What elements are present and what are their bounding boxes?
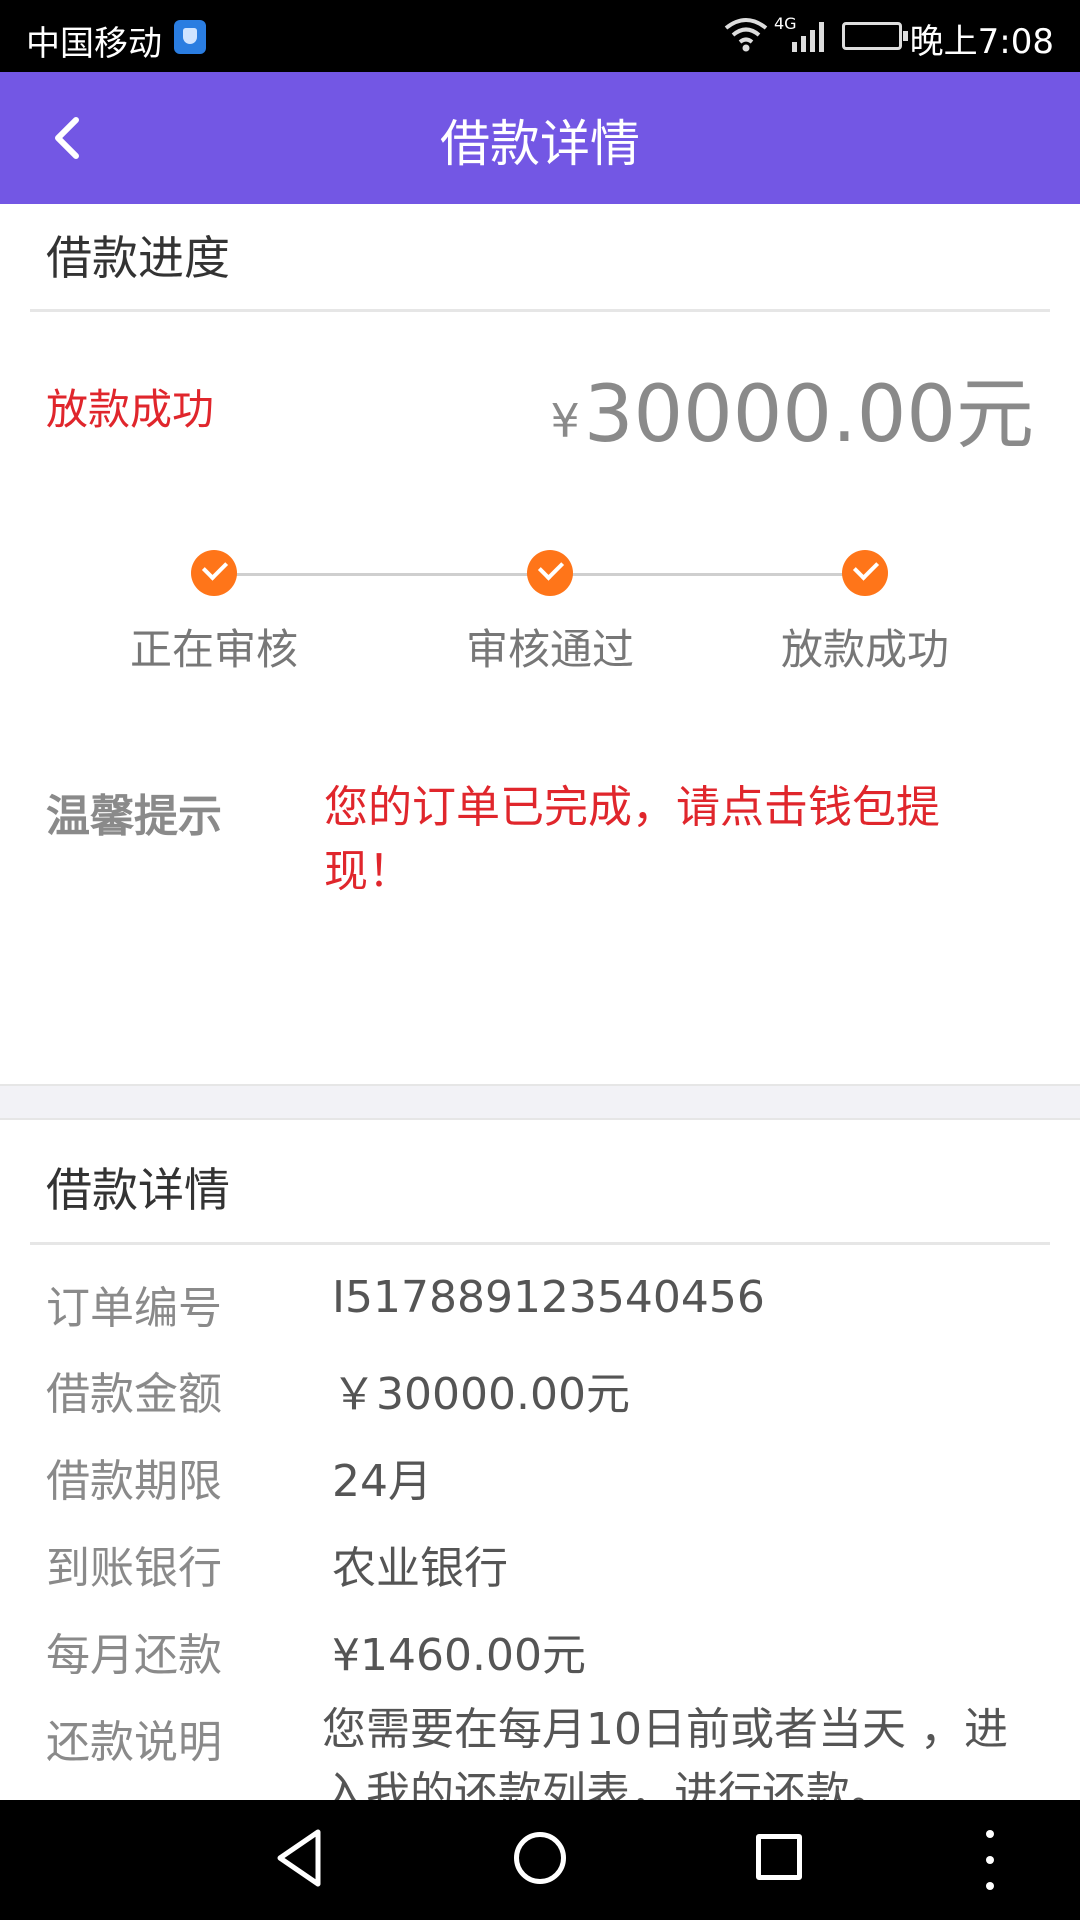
divider	[30, 1242, 1050, 1245]
currency-symbol: ¥	[550, 394, 580, 448]
detail-row-order-number: 订单编号 I517889123540456	[0, 1272, 1080, 1352]
detail-row-monthly-payment: 每月还款 ¥1460.00元	[0, 1619, 1080, 1699]
battery-icon	[842, 22, 908, 50]
detail-row-term: 借款期限 24月	[0, 1445, 1080, 1525]
carrier-name: 中国移动	[26, 24, 162, 64]
security-shield-icon	[174, 20, 206, 54]
system-nav-bar	[0, 1800, 1080, 1920]
loan-amount: ¥30000.00元	[551, 352, 1034, 464]
stepper-connector	[214, 573, 550, 576]
detail-row-repayment-note: 还款说明 您需要在每月10日前或者当天 ，进入我的还款列表，进行还款。	[0, 1706, 1080, 1800]
nav-menu-icon[interactable]	[986, 1830, 994, 1890]
detail-value: 您需要在每月10日前或者当天 ，进入我的还款列表，进行还款。	[322, 1706, 1008, 1800]
detail-label: 订单编号	[46, 1283, 222, 1334]
details-section-title: 借款详情	[46, 1163, 230, 1217]
detail-value: ￥30000.00元	[332, 1369, 630, 1420]
detail-label: 借款金额	[46, 1369, 222, 1420]
step-label: 审核通过	[465, 625, 634, 674]
detail-row-amount: 借款金额 ￥30000.00元	[0, 1358, 1080, 1438]
detail-value: ¥1460.00元	[332, 1630, 586, 1681]
progress-section-title: 借款进度	[46, 231, 230, 285]
tip-label: 温馨提示	[46, 791, 222, 842]
stepper-connector	[550, 573, 865, 576]
detail-label: 每月还款	[46, 1630, 222, 1681]
page-title: 借款详情	[440, 115, 640, 173]
step-label: 放款成功	[780, 625, 949, 674]
nav-back-icon[interactable]	[274, 1826, 324, 1890]
signal-icon	[792, 22, 824, 52]
loan-amount-value: 30000.00元	[583, 370, 1034, 460]
tip-message[interactable]: 您的订单已完成，请点击钱包提现！	[324, 776, 984, 904]
detail-row-bank: 到账银行 农业银行	[0, 1532, 1080, 1612]
detail-value: 24月	[332, 1456, 432, 1507]
step-label: 正在审核	[129, 625, 298, 674]
step-check-icon	[842, 550, 888, 596]
section-separator	[0, 1084, 1080, 1120]
clock: 晚上7:08	[909, 22, 1054, 62]
detail-label: 还款说明	[46, 1717, 222, 1768]
detail-label: 到账银行	[46, 1543, 222, 1594]
step-check-icon	[527, 550, 573, 596]
nav-home-icon[interactable]	[514, 1832, 566, 1884]
status-bar: 中国移动 4G 晚上7:08	[0, 0, 1080, 72]
detail-value: I517889123540456	[332, 1272, 765, 1323]
detail-label: 借款期限	[46, 1456, 222, 1507]
divider	[30, 309, 1050, 312]
header-bar: 借款详情	[0, 72, 1080, 204]
step-check-icon	[191, 550, 237, 596]
detail-value: 农业银行	[332, 1543, 508, 1594]
wifi-icon	[724, 18, 768, 52]
loan-status: 放款成功	[46, 385, 215, 434]
nav-recent-apps-icon[interactable]	[756, 1834, 802, 1880]
